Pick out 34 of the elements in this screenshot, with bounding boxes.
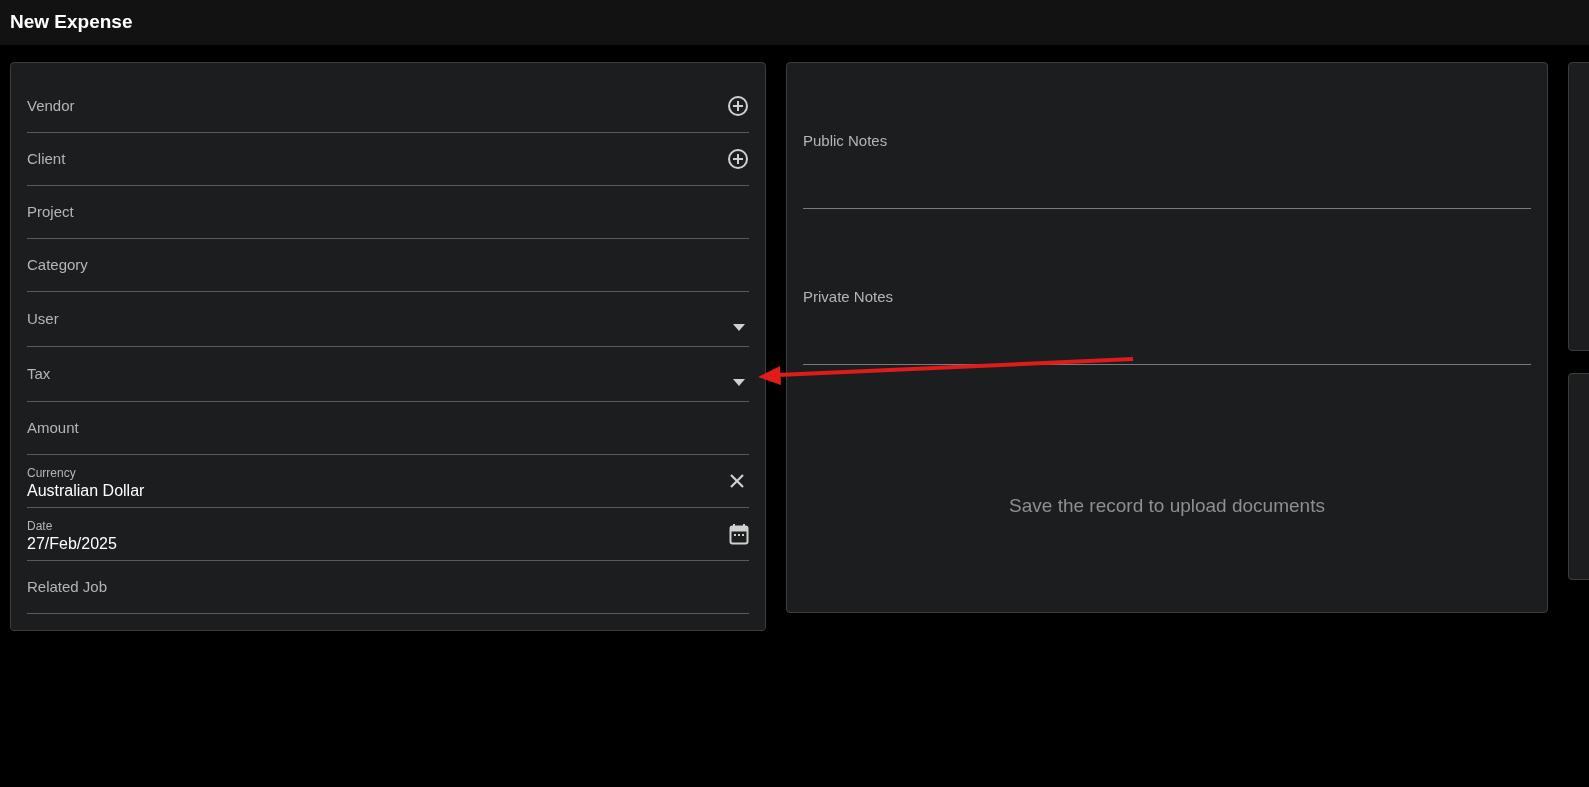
field-label: Client (27, 148, 66, 169)
field-label: Public Notes (803, 132, 888, 149)
dropdown-caret-icon[interactable] (733, 323, 745, 331)
notes-field[interactable]: Public Notes (803, 129, 1531, 209)
field-label: Project (27, 201, 74, 222)
form-field[interactable]: Client (27, 133, 749, 186)
form-field[interactable]: Project (27, 186, 749, 239)
field-label: User (27, 308, 59, 329)
dropdown-caret-icon[interactable] (733, 378, 745, 386)
form-field[interactable]: Amount (27, 402, 749, 455)
form-field[interactable]: User (27, 292, 749, 347)
close-icon[interactable] (729, 473, 745, 489)
form-field[interactable]: Vendor (27, 80, 749, 133)
add-circle-icon[interactable] (727, 148, 749, 170)
field-label: Category (27, 254, 88, 275)
calendar-icon[interactable] (729, 523, 749, 545)
field-label: Vendor (27, 95, 75, 116)
form-field[interactable]: Currency Australian Dollar (27, 455, 749, 508)
field-label: Date (27, 518, 54, 534)
notes-field[interactable]: Private Notes (803, 285, 1531, 365)
field-label: Private Notes (803, 288, 894, 305)
form-field[interactable]: Related Job (27, 561, 749, 614)
add-circle-icon[interactable] (727, 95, 749, 117)
upload-message: Save the record to upload documents (1009, 494, 1325, 519)
form-field[interactable]: Category (27, 239, 749, 292)
field-value: 27/Feb/2025 (27, 533, 117, 554)
field-label: Related Job (27, 576, 108, 597)
page-title: New Expense (10, 10, 133, 35)
form-field[interactable]: Date 27/Feb/2025 (27, 508, 749, 561)
form-field[interactable]: Tax (27, 347, 749, 402)
field-label: Currency (27, 465, 77, 481)
field-label: Tax (27, 363, 51, 384)
field-value: Australian Dollar (27, 480, 145, 501)
field-label: Amount (27, 417, 79, 438)
